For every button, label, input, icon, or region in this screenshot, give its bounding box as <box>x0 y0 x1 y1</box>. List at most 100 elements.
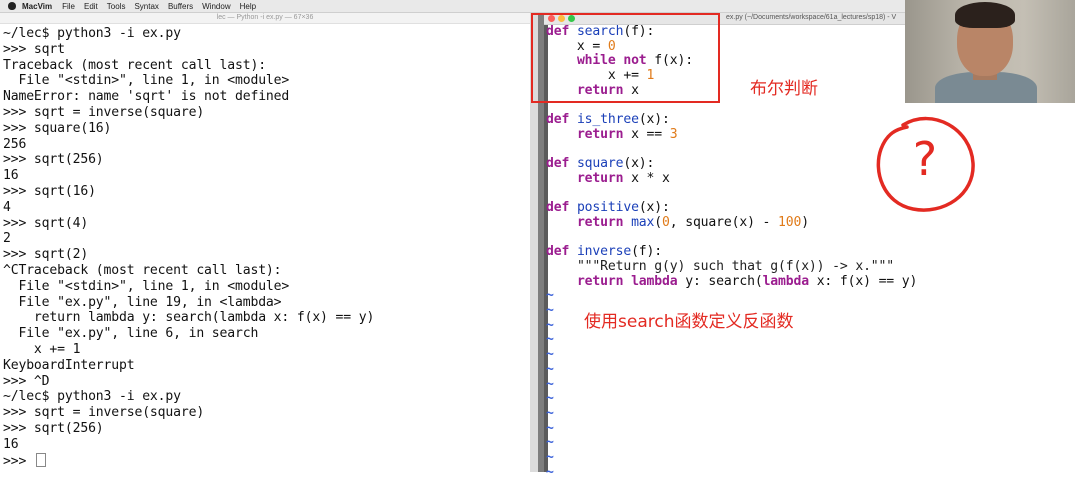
terminal-line: ~/lec$ python3 -i ex.py <box>3 26 181 41</box>
code-line[interactable]: return x * x <box>546 170 917 187</box>
terminal-line: ^CTraceback (most recent call last): <box>3 262 282 278</box>
code-line[interactable] <box>546 143 917 158</box>
terminal-line: File "ex.py", line 6, in search <box>3 326 259 342</box>
terminal-line: 256 <box>3 136 27 152</box>
menu-edit[interactable]: Edit <box>84 2 98 11</box>
code-line[interactable]: return x == 3 <box>546 126 917 143</box>
question-annotation: ? <box>876 116 975 212</box>
code-line[interactable]: def square(x): <box>546 156 917 172</box>
code-line[interactable]: def inverse(f): <box>546 244 917 260</box>
terminal-line: 4 <box>3 199 11 215</box>
terminal-line: >>> sqrt = inverse(square) <box>3 405 205 421</box>
menu-help[interactable]: Help <box>240 2 256 11</box>
menu-file[interactable]: File <box>62 2 75 11</box>
code-line[interactable]: ~ <box>546 333 917 348</box>
empty-line-marker: ~ <box>546 405 554 421</box>
empty-line-marker: ~ <box>546 449 554 465</box>
code-line[interactable]: """Return g(y) such that g(f(x)) -> x.""… <box>546 259 917 275</box>
terminal-line: KeyboardInterrupt <box>3 357 135 373</box>
app-menu-macvim[interactable]: MacVim <box>22 2 52 11</box>
code-line[interactable]: ~ <box>546 376 917 393</box>
code-token: """Return g(y) such that g(f(x)) -> x.""… <box>576 259 894 274</box>
terminal-line: 16 <box>3 436 19 452</box>
code-token: (x): <box>638 112 670 128</box>
apple-icon[interactable] <box>8 2 16 10</box>
text-cursor <box>35 452 46 467</box>
code-token: return <box>576 170 624 186</box>
code-line[interactable]: ~ <box>546 435 917 451</box>
menu-window[interactable]: Window <box>202 2 230 11</box>
code-line[interactable]: def is_three(x): <box>546 112 917 128</box>
code-token: (x): <box>623 156 655 172</box>
empty-line-marker: ~ <box>546 317 554 333</box>
terminal-line: x += 1 <box>3 341 81 357</box>
code-line[interactable]: ~ <box>546 289 917 304</box>
terminal-line: >>> sqrt(256) <box>3 152 104 168</box>
empty-line-marker: ~ <box>546 420 554 436</box>
empty-line-marker: ~ <box>546 332 554 348</box>
code-token: max <box>631 214 655 230</box>
menu-tools[interactable]: Tools <box>107 2 126 11</box>
menu-syntax[interactable]: Syntax <box>134 2 158 11</box>
presenter-hair <box>955 2 1015 28</box>
code-token: return <box>576 273 624 289</box>
boolean-note: 布尔判断 <box>750 79 818 99</box>
code-line[interactable]: ~ <box>546 347 917 363</box>
code-token: def <box>546 200 570 216</box>
code-line[interactable]: return lambda y: search(lambda x: f(x) =… <box>546 273 917 290</box>
terminal-window[interactable]: lec — Python -i ex.py — 67×36 ~/lec$ pyt… <box>0 13 530 472</box>
menu-buffers[interactable]: Buffers <box>168 2 193 11</box>
terminal-output: ~/lec$ python3 -i ex.py >>> sqrt Traceback… <box>0 24 530 469</box>
terminal-line: ~/lec$ python3 -i ex.py <box>3 389 181 405</box>
editor-title: ex.py (~/Documents/workspace/61a_lecture… <box>726 14 897 21</box>
code-line[interactable] <box>546 187 917 202</box>
code-token: square <box>576 156 624 172</box>
code-line[interactable]: ~ <box>546 449 917 466</box>
code-token: x == <box>623 126 670 142</box>
code-line[interactable]: ~ <box>546 464 917 480</box>
code-token: 100 <box>778 214 802 230</box>
terminal-line: File "<stdin>", line 1, in <module> <box>3 73 290 89</box>
code-line[interactable]: ~ <box>546 420 917 437</box>
empty-line-marker: ~ <box>546 361 554 377</box>
code-line[interactable] <box>546 231 917 246</box>
code-line[interactable]: return max(0, square(x) - 100) <box>546 214 917 231</box>
empty-line-marker: ~ <box>546 347 554 363</box>
terminal-line: return lambda y: search(lambda x: f(x) =… <box>3 310 375 326</box>
code-token: def <box>546 156 570 172</box>
empty-line-marker: ~ <box>546 464 554 480</box>
code-token: ) <box>801 214 809 230</box>
terminal-prompt: >>> <box>3 453 34 469</box>
webcam-feed <box>905 0 1075 103</box>
code-line[interactable]: ~ <box>546 405 917 422</box>
terminal-line: >>> sqrt <box>3 41 65 57</box>
terminal-line: >>> ^D <box>3 373 50 389</box>
code-token: inverse <box>576 244 632 260</box>
code-token: positive <box>576 200 639 216</box>
question-mark: ? <box>913 132 937 186</box>
code-token: return <box>576 214 624 230</box>
code-token: (f): <box>631 244 663 260</box>
terminal-line: >>> sqrt(2) <box>3 247 89 263</box>
highlight-box <box>531 13 720 103</box>
code-line[interactable]: ~ <box>546 391 917 407</box>
terminal-prompt-line[interactable]: >>> <box>3 452 530 469</box>
terminal-line: File "ex.py", line 19, in <lambda> <box>3 294 282 310</box>
empty-line-marker: ~ <box>546 435 554 451</box>
code-line[interactable]: ~ <box>546 361 917 378</box>
code-line[interactable]: def positive(x): <box>546 200 917 216</box>
terminal-line: File "<stdin>", line 1, in <module> <box>3 278 290 294</box>
terminal-line: >>> sqrt(16) <box>3 183 96 199</box>
terminal-line: >>> square(16) <box>3 120 112 136</box>
empty-line-marker: ~ <box>546 376 554 392</box>
empty-line-marker: ~ <box>546 391 554 407</box>
inverse-note: 使用search函数定义反函数 <box>584 312 794 332</box>
terminal-line: >>> sqrt = inverse(square) <box>3 104 205 120</box>
